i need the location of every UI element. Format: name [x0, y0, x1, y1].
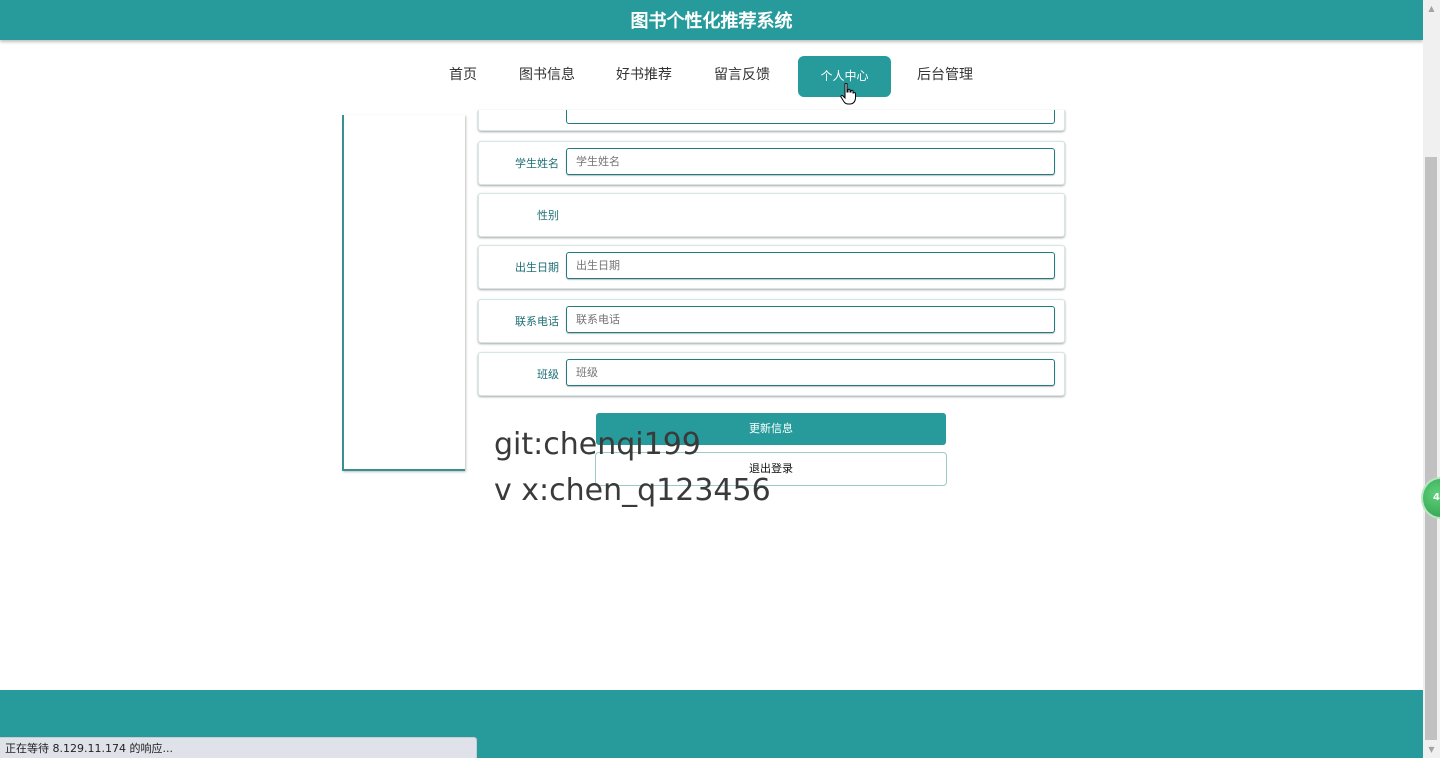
- phone-input[interactable]: [566, 306, 1055, 333]
- site-header: 图书个性化推荐系统: [0, 0, 1423, 40]
- form-row-student-name: 学生姓名: [478, 141, 1065, 185]
- partial-field[interactable]: [566, 110, 1055, 124]
- hand-cursor-icon: [840, 83, 856, 105]
- scroll-up-arrow-icon[interactable]: ▲: [1423, 0, 1440, 17]
- student-name-input[interactable]: [566, 148, 1055, 175]
- vertical-scrollbar[interactable]: ▲ ▼: [1423, 0, 1440, 758]
- update-info-button[interactable]: 更新信息: [596, 413, 946, 445]
- nav-book-info[interactable]: 图书信息: [509, 56, 585, 97]
- scroll-thumb[interactable]: [1425, 157, 1437, 740]
- student-name-label: 学生姓名: [515, 157, 559, 170]
- page: 图书个性化推荐系统 首页 图书信息 好书推荐 留言反馈 个人中心 后台管理 学生…: [0, 0, 1440, 758]
- form-row-gender: 性别: [478, 193, 1065, 237]
- birth-date-input[interactable]: [566, 252, 1055, 279]
- birth-date-label: 出生日期: [515, 261, 559, 274]
- left-panel: [342, 115, 465, 471]
- site-title: 图书个性化推荐系统: [630, 11, 793, 32]
- class-input[interactable]: [566, 359, 1055, 386]
- scroll-down-arrow-icon[interactable]: ▼: [1423, 741, 1440, 758]
- browser-status-bar: 正在等待 8.129.11.174 的响应...: [0, 737, 477, 758]
- gender-label: 性别: [537, 209, 559, 222]
- logout-button[interactable]: 退出登录: [595, 452, 947, 486]
- form-row-partial: [478, 110, 1065, 131]
- nav-admin[interactable]: 后台管理: [906, 56, 984, 97]
- phone-label: 联系电话: [515, 315, 559, 328]
- form-row-phone: 联系电话: [478, 299, 1065, 343]
- main-nav: 首页 图书信息 好书推荐 留言反馈 个人中心 后台管理: [0, 56, 1423, 98]
- form-row-birth-date: 出生日期: [478, 245, 1065, 289]
- nav-home[interactable]: 首页: [432, 56, 494, 97]
- class-label: 班级: [537, 368, 559, 381]
- nav-feedback[interactable]: 留言反馈: [704, 56, 780, 97]
- nav-recommend[interactable]: 好书推荐: [606, 56, 682, 97]
- form-row-class: 班级: [478, 352, 1065, 396]
